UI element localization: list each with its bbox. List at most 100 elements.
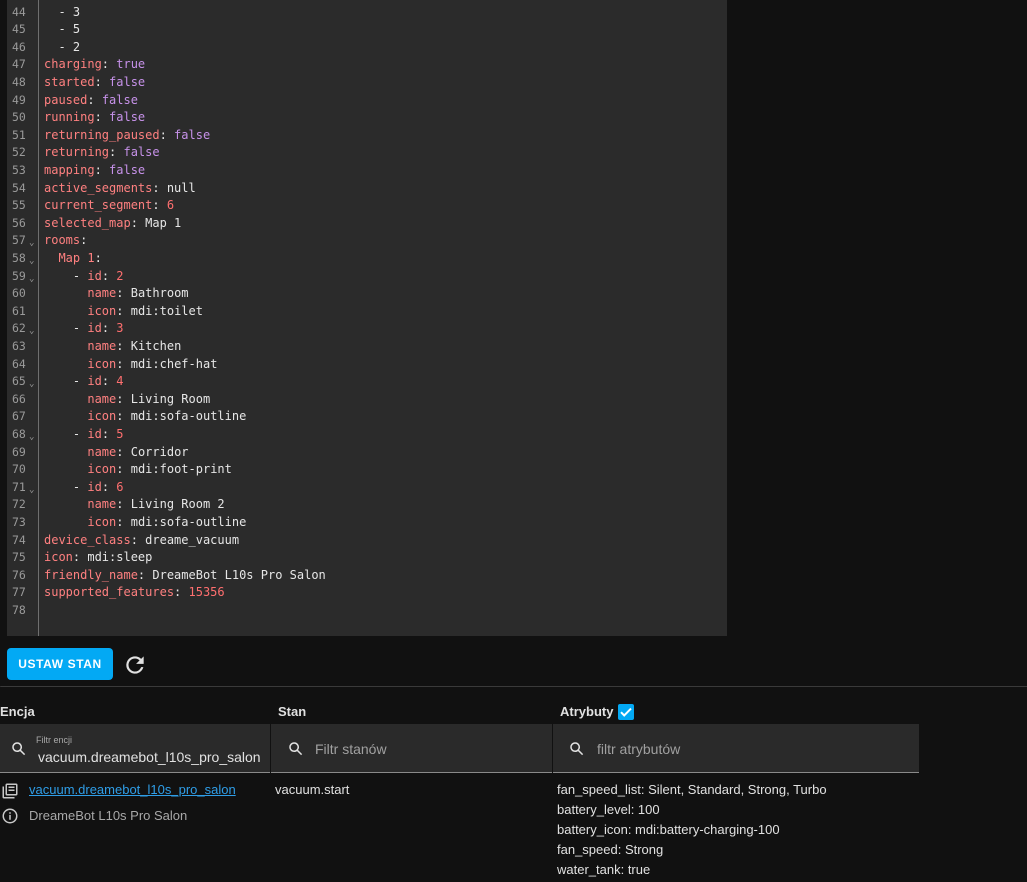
entity-filter[interactable]: Filtr encji — [0, 724, 270, 773]
code-line[interactable]: 59 ⌄ - id: 2 — [7, 268, 727, 286]
code-line[interactable]: 55 current_segment: 6 — [7, 197, 727, 215]
code-token: : — [116, 514, 131, 529]
code-token: - — [58, 4, 73, 19]
code-token: null — [166, 180, 196, 195]
code-line[interactable]: 61 icon: mdi:toilet — [7, 303, 727, 321]
code-token: started — [44, 74, 95, 89]
code-token: : — [72, 550, 88, 565]
code-token: - — [72, 374, 88, 389]
code-token: : — [87, 92, 102, 107]
code-token: mdi:chef-hat — [130, 356, 218, 371]
code-line[interactable]: 69 name: Corridor — [7, 444, 727, 462]
code-token: returning_paused — [44, 127, 160, 142]
code-line[interactable]: 44 - 3 — [7, 4, 727, 22]
code-line[interactable]: 47 charging: true — [7, 56, 727, 74]
line-number: 61 — [12, 303, 26, 318]
code-token: DreameBot L10s Pro Salon — [152, 567, 326, 582]
code-token: : — [159, 127, 175, 142]
code-text: icon: mdi:sleep — [44, 549, 152, 567]
code-token: mdi:sleep — [87, 550, 153, 565]
code-token: : — [174, 585, 189, 600]
copy-icon[interactable] — [1, 782, 19, 800]
code-text: icon: mdi:toilet — [44, 303, 203, 321]
code-line[interactable]: 45 - 5 — [7, 21, 727, 39]
code-line[interactable]: 78 — [7, 602, 727, 620]
line-number: 45 — [12, 22, 26, 37]
code-line[interactable]: 68 ⌄ - id: 5 — [7, 426, 727, 444]
line-number: 66 — [12, 391, 26, 406]
code-line[interactable]: 70 icon: mdi:foot-print — [7, 461, 727, 479]
code-line[interactable]: 76 friendly_name: DreameBot L10s Pro Salo… — [7, 567, 727, 585]
column-header-state: Stan — [278, 704, 307, 719]
code-token: dreame_vacuum — [145, 532, 240, 547]
line-number: 47 — [12, 57, 26, 72]
code-text: charging: true — [44, 56, 145, 74]
code-line[interactable]: 77 supported_features: 15356 — [7, 584, 727, 602]
code-line[interactable]: 72 name: Living Room 2 — [7, 496, 727, 514]
code-line[interactable]: 64 icon: mdi:chef-hat — [7, 356, 727, 374]
entity-filter-input[interactable] — [36, 748, 270, 766]
code-token: : — [94, 250, 102, 265]
attribute-filter[interactable] — [553, 724, 919, 773]
code-line[interactable]: 51 returning_paused: false — [7, 127, 727, 145]
yaml-editor[interactable]: 44 - 3 45 - 5 46 - 2 47 charging: true 48 star… — [7, 0, 727, 636]
code-line[interactable]: 50 running: false — [7, 109, 727, 127]
refresh-button[interactable] — [122, 652, 148, 678]
code-line[interactable]: 73 icon: mdi:sofa-outline — [7, 514, 727, 532]
code-line[interactable]: 46 - 2 — [7, 39, 727, 57]
code-token: id — [87, 321, 102, 336]
state-filter-input[interactable] — [313, 740, 547, 758]
code-line[interactable]: 57 ⌄ rooms: — [7, 232, 727, 250]
code-line[interactable]: 66 name: Living Room — [7, 391, 727, 409]
code-line[interactable]: 63 name: Kitchen — [7, 338, 727, 356]
state-filter[interactable] — [271, 724, 552, 773]
code-token: : — [116, 286, 131, 301]
code-token: Kitchen — [130, 338, 182, 353]
code-text: - 2 — [44, 39, 80, 57]
code-text: Map 1: — [44, 250, 102, 268]
entity-friendly-name: DreameBot L10s Pro Salon — [29, 808, 188, 823]
code-line[interactable]: 58 ⌄ Map 1: — [7, 250, 727, 268]
code-token: charging — [44, 57, 102, 72]
code-line[interactable]: 67 icon: mdi:sofa-outline — [7, 408, 727, 426]
code-text: name: Living Room 2 — [44, 496, 224, 514]
attributes-checkbox[interactable] — [618, 704, 634, 720]
code-token: 5 — [72, 22, 81, 37]
line-number: 49 — [12, 92, 26, 107]
line-number: 72 — [12, 497, 26, 512]
code-token: 3 — [72, 4, 81, 19]
code-line[interactable]: 56 selected_map: Map 1 — [7, 215, 727, 233]
code-token: rooms — [44, 233, 81, 248]
code-token: false — [174, 127, 211, 142]
code-token: - — [72, 268, 88, 283]
code-token: false — [123, 145, 160, 160]
code-token: Bathroom — [130, 286, 189, 301]
search-icon — [570, 742, 584, 756]
line-number: 52 — [12, 145, 26, 160]
code-line[interactable]: 65 ⌄ - id: 4 — [7, 373, 727, 391]
code-line[interactable]: 49 paused: false — [7, 92, 727, 110]
attribute-filter-input[interactable] — [595, 740, 909, 758]
code-line[interactable]: 71 ⌄ - id: 6 — [7, 479, 727, 497]
code-token: mdi:toilet — [130, 303, 203, 318]
line-number: 44 — [12, 4, 26, 19]
set-state-button[interactable]: USTAW STAN — [7, 648, 113, 680]
code-line[interactable]: 60 name: Bathroom — [7, 285, 727, 303]
code-token: : — [137, 567, 153, 582]
code-line[interactable]: 52 returning: false — [7, 144, 727, 162]
code-text: icon: mdi:foot-print — [44, 461, 232, 479]
code-token: : — [130, 215, 146, 230]
code-token: : — [109, 145, 124, 160]
code-line[interactable]: 53 mapping: false — [7, 162, 727, 180]
info-icon[interactable] — [1, 807, 19, 825]
search-icon — [289, 742, 303, 756]
code-token: : — [101, 374, 117, 389]
code-line[interactable]: 62 ⌄ - id: 3 — [7, 320, 727, 338]
code-line[interactable]: 74 device_class: dreame_vacuum — [7, 532, 727, 550]
code-text: selected_map: Map 1 — [44, 215, 181, 233]
code-line[interactable]: 75 icon: mdi:sleep — [7, 549, 727, 567]
code-line[interactable]: 48 started: false — [7, 74, 727, 92]
code-line[interactable]: 54 active_segments: null — [7, 180, 727, 198]
entity-id-link[interactable]: vacuum.dreamebot_l10s_pro_salon — [29, 782, 236, 797]
code-text: started: false — [44, 74, 145, 92]
